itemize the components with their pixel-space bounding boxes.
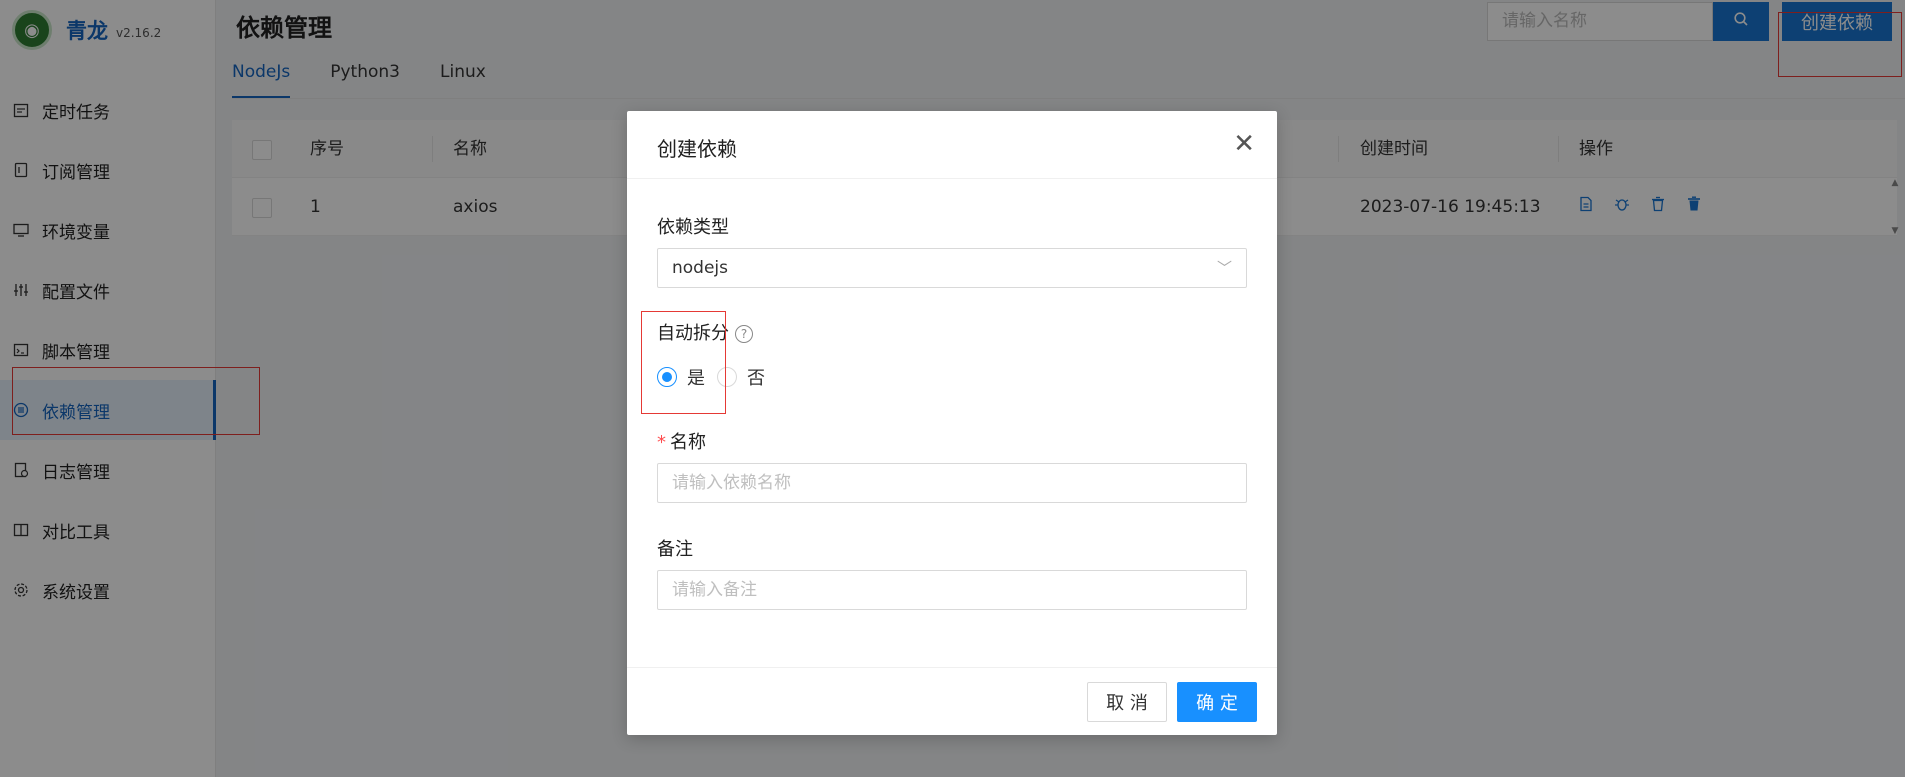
modal-header: 创建依赖 ✕	[627, 111, 1277, 179]
type-select-value: nodejs	[672, 258, 729, 278]
confirm-button[interactable]: 确 定	[1177, 682, 1257, 722]
chevron-down-icon: ﹀	[1216, 259, 1232, 277]
close-icon[interactable]: ✕	[1233, 129, 1255, 159]
remark-label: 备注	[657, 539, 693, 560]
modal-title: 创建依赖	[657, 137, 737, 161]
question-circle-icon[interactable]: ?	[735, 325, 753, 343]
highlight-box-radio	[641, 311, 726, 414]
name-label: 名称	[670, 432, 706, 453]
name-label-row: * 名称	[657, 428, 706, 454]
cancel-button[interactable]: 取 消	[1087, 682, 1167, 722]
required-mark: *	[657, 432, 666, 453]
name-input[interactable]: 请输入依赖名称	[657, 463, 1247, 503]
create-dependency-modal: 创建依赖 ✕ 依赖类型 nodejs ﹀ 自动拆分? 是 否 * 名称 请输入依赖…	[627, 111, 1277, 735]
radio-no-label: 否	[747, 368, 765, 389]
modal-footer: 取 消 确 定	[627, 667, 1277, 735]
remark-input[interactable]: 请输入备注	[657, 570, 1247, 610]
type-label: 依赖类型	[657, 217, 729, 238]
type-select[interactable]: nodejs ﹀	[657, 248, 1247, 288]
